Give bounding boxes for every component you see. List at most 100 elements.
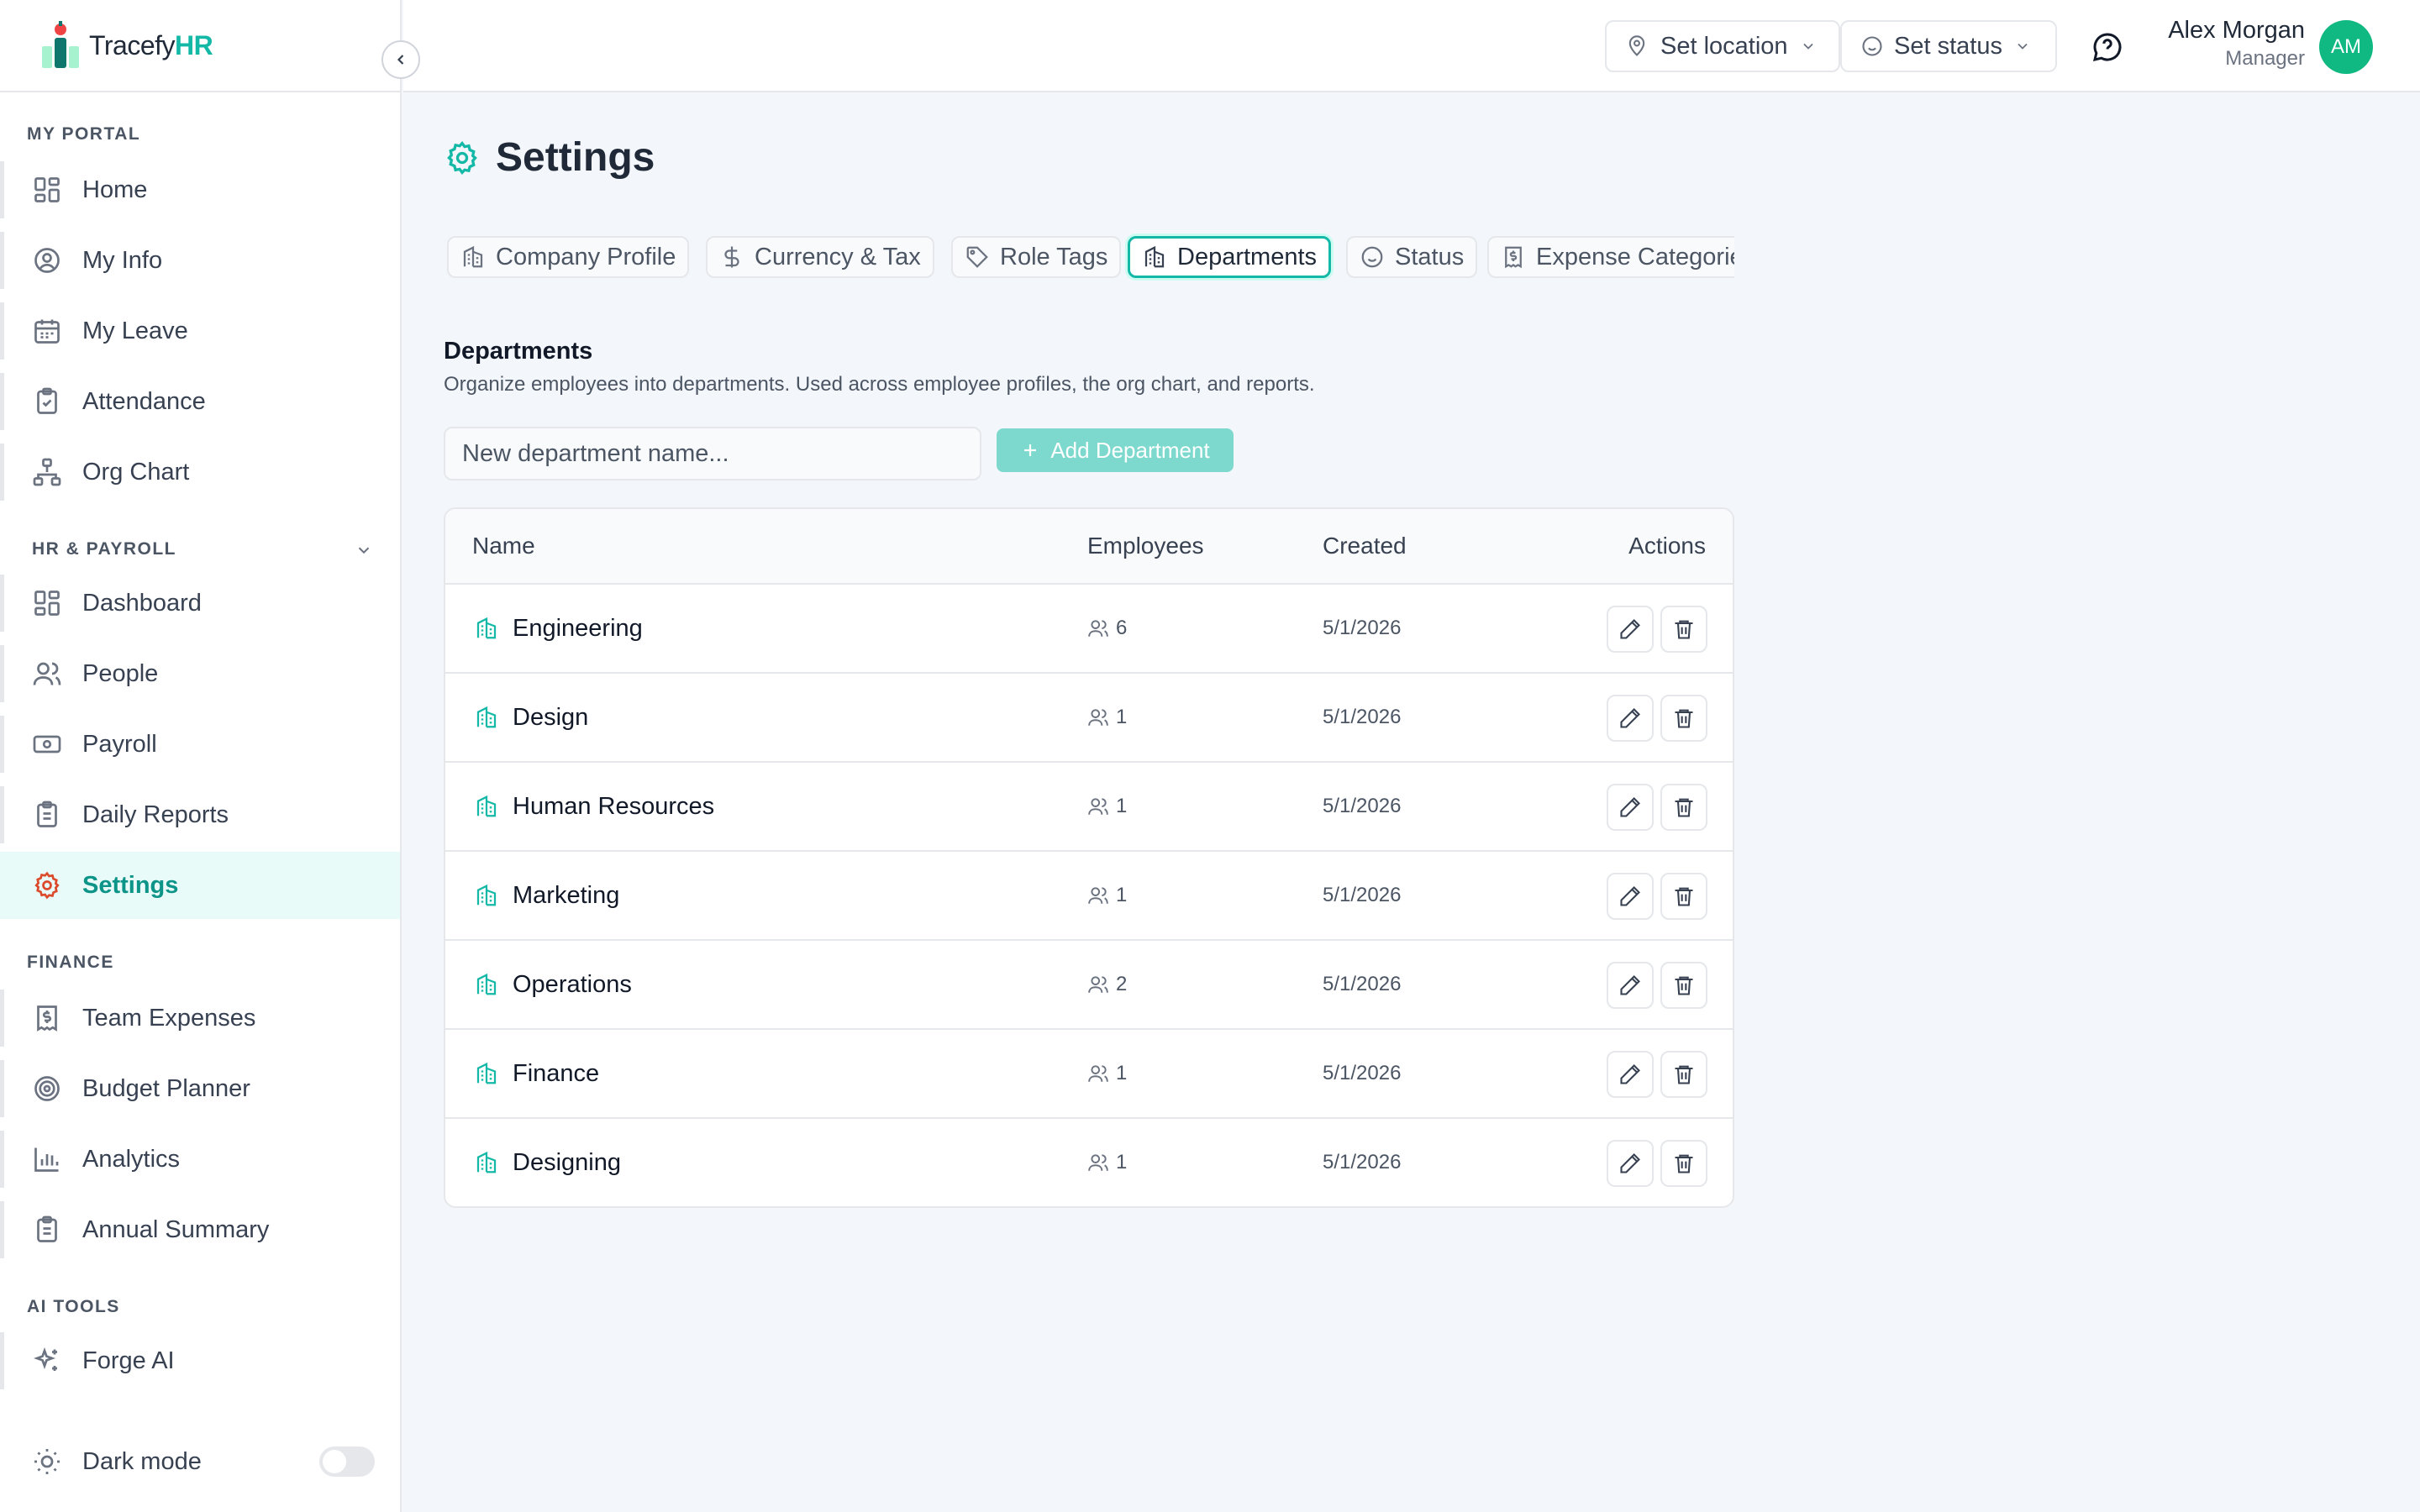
edit-button[interactable] [1607,962,1654,1009]
sidebar-item-label: Org Chart [82,458,190,486]
delete-button[interactable] [1660,962,1707,1009]
new-department-input[interactable] [444,427,981,480]
edit-button[interactable] [1607,695,1654,742]
table-row: Marketing 1 5/1/2026 [445,852,1733,941]
smile-icon [1361,246,1383,268]
created-date: 5/1/2026 [1323,884,1402,906]
sidebar-item-payroll[interactable]: Payroll [0,711,400,778]
banknote-icon [33,735,61,753]
sidebar-item-org-chart[interactable]: Org Chart [0,438,400,506]
employee-count: 6 [1116,617,1128,639]
table-row: Operations 2 5/1/2026 [445,941,1733,1030]
dark-mode-toggle[interactable] [319,1446,375,1477]
delete-button[interactable] [1660,606,1707,653]
sidebar-item-label: People [82,659,159,687]
add-department-button[interactable]: Add Department [997,428,1234,472]
tab-role-tags[interactable]: Role Tags [951,236,1122,278]
sidebar-item-settings[interactable]: Settings [0,852,400,919]
tab-status[interactable]: Status [1346,236,1478,278]
sidebar-item-dashboard[interactable]: Dashboard [0,570,400,637]
edit-button[interactable] [1607,1140,1654,1187]
edit-button[interactable] [1607,606,1654,653]
sidebar-item-label: Annual Summary [82,1215,270,1243]
users-icon [1088,1065,1108,1082]
users-icon [1088,1154,1108,1171]
edit-button[interactable] [1607,873,1654,920]
sidebar-item-label: My Leave [82,317,188,344]
tab-departments[interactable]: Departments [1128,236,1332,278]
created-date: 5/1/2026 [1323,795,1402,817]
building-icon [476,1062,497,1084]
column-header-actions: Actions [1628,533,1706,559]
sidebar-item-home[interactable]: Home [0,156,400,223]
pencil-icon [1620,975,1640,995]
sidebar-item-label: Daily Reports [82,801,229,828]
delete-button[interactable] [1660,784,1707,831]
sidebar-item-forge-ai[interactable]: Forge AI [0,1327,400,1394]
department-name: Engineering [513,614,643,642]
pencil-icon [1620,886,1640,906]
collapse-sidebar-button[interactable] [381,40,420,79]
clipboard-check-icon [37,387,57,414]
page-header: Settings [444,134,655,181]
tab-label: Company Profile [496,243,676,270]
set-status-label: Set status [1894,32,2002,60]
section-description: Organize employees into departments. Use… [444,373,1315,396]
delete-button[interactable] [1660,1140,1707,1187]
tab-label: Currency & Tax [755,243,921,270]
sidebar-item-label: Dashboard [82,589,202,617]
building-icon [476,795,497,817]
sidebar-item-my-leave[interactable]: My Leave [0,297,400,365]
users-icon [1088,709,1108,726]
users-icon [1088,976,1108,993]
dollar-icon [724,246,739,268]
map-pin-icon [1628,35,1645,56]
brand[interactable]: Tracefy HR [0,0,400,92]
gear-icon [34,871,60,900]
sidebar-item-label: Settings [82,871,179,899]
help-icon[interactable] [2091,30,2124,64]
sidebar-item-attendance[interactable]: Attendance [0,368,400,435]
employee-count: 1 [1116,1062,1128,1084]
column-header-name: Name [472,533,535,559]
delete-button[interactable] [1660,873,1707,920]
sidebar-item-team-expenses[interactable]: Team Expenses [0,984,400,1052]
sidebar-item-analytics[interactable]: Analytics [0,1126,400,1193]
tab-expense-categories[interactable]: Expense Categories [1487,236,1734,278]
set-location-label: Set location [1660,32,1788,60]
brand-accent: HR [175,29,213,60]
plus-icon [1024,444,1037,456]
set-location-select[interactable]: Set location [1605,20,1840,72]
pencil-icon [1620,619,1640,639]
chevron-down-icon[interactable] [355,541,373,559]
department-name: Human Resources [513,792,715,820]
column-header-employees: Employees [1087,533,1204,559]
delete-button[interactable] [1660,1051,1707,1098]
employee-count: 2 [1116,973,1128,995]
clipboard-list-icon [37,1215,57,1242]
sidebar-item-label: Team Expenses [82,1004,256,1032]
sidebar-item-my-info[interactable]: My Info [0,227,400,294]
tab-company-profile[interactable]: Company Profile [447,236,690,278]
employee-count: 1 [1116,706,1128,728]
sidebar-item-daily-reports[interactable]: Daily Reports [0,781,400,848]
edit-button[interactable] [1607,1051,1654,1098]
sparkles-icon [34,1347,57,1371]
calendar-icon [34,319,60,344]
building-icon [476,973,497,995]
department-name: Operations [513,970,632,998]
table-header: Name Employees Created Actions [445,509,1733,585]
sidebar-item-people[interactable]: People [0,640,400,707]
chevron-down-icon [1802,43,1813,50]
sidebar-item-budget-planner[interactable]: Budget Planner [0,1055,400,1122]
delete-button[interactable] [1660,695,1707,742]
chevron-down-icon [2018,43,2028,50]
org-chart-icon [33,458,61,486]
created-date: 5/1/2026 [1323,617,1402,639]
avatar[interactable]: AM [2319,20,2373,74]
tab-currency-tax[interactable]: Currency & Tax [706,236,934,278]
edit-button[interactable] [1607,784,1654,831]
set-status-select[interactable]: Set status [1840,20,2057,72]
smile-icon [1862,36,1882,56]
sidebar-item-annual-summary[interactable]: Annual Summary [0,1196,400,1263]
